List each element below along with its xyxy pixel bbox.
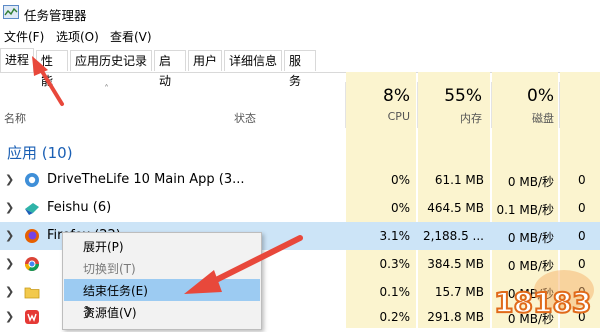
svg-text:18183: 18183 xyxy=(494,286,591,319)
arrow-to-end-task xyxy=(184,235,303,294)
arrow-to-processes-tab xyxy=(32,56,64,106)
watermark-logo: 18183 xyxy=(493,270,594,320)
